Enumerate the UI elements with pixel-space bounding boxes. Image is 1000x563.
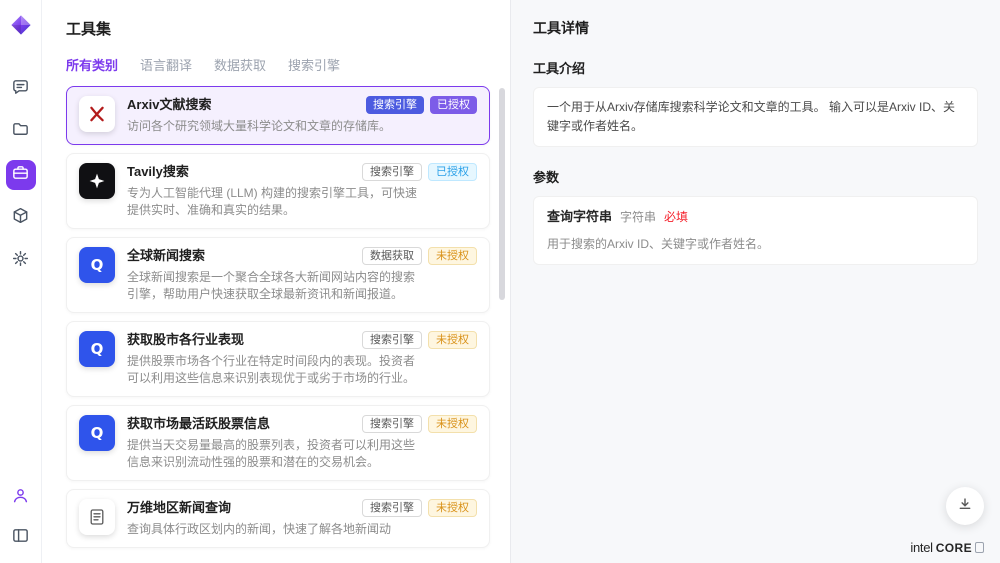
intel-wordmark: intel: [910, 540, 932, 555]
sidebar-item-tools[interactable]: [6, 160, 36, 190]
detail-title: 工具详情: [533, 18, 978, 38]
tool-cards-list: Arxiv文献搜索 访问各个研究领域大量科学论文和文章的存储库。 搜索引擎 已授…: [42, 84, 510, 563]
tool-card-badges: 搜索引擎 未授权: [362, 415, 477, 433]
sidebar-item-collapse[interactable]: [6, 523, 36, 553]
tool-card[interactable]: 万维地区新闻查询 查询具体行政区划内的新闻，快速了解各地新闻动 搜索引擎 未授权: [66, 489, 490, 548]
tool-detail-panel: 工具详情 工具介绍 一个用于从Arxiv存储库搜索科学论文和文章的工具。 输入可…: [510, 0, 1000, 563]
list-scrollbar[interactable]: [499, 86, 505, 557]
tool-card-badges: 搜索引擎 已授权: [362, 163, 477, 181]
intel-core-logo: intel CORE: [910, 540, 984, 555]
intro-section-title: 工具介绍: [533, 58, 978, 77]
arxiv-icon: [79, 96, 115, 132]
auth-status-badge: 已授权: [430, 96, 477, 114]
left-rail: [0, 0, 42, 563]
category-badge: 搜索引擎: [362, 415, 422, 433]
tool-card-badges: 搜索引擎 已授权: [366, 96, 477, 114]
tab-translation[interactable]: 语言翻译: [140, 55, 192, 74]
params-section-title: 参数: [533, 167, 978, 186]
auth-status-badge: 已授权: [428, 163, 477, 181]
tool-list-panel: 工具集 所有类别语言翻译数据获取搜索引擎 Arxiv文献搜索 访问各个研究领域大…: [42, 0, 510, 563]
qblue-icon: Q: [79, 415, 115, 451]
briefcase-icon: [11, 163, 30, 187]
param-required-flag: 必填: [664, 208, 688, 227]
tab-search-engine[interactable]: 搜索引擎: [288, 55, 340, 74]
scrollbar-thumb[interactable]: [499, 88, 505, 300]
tool-card-badges: 搜索引擎 未授权: [362, 331, 477, 349]
tool-card-description: 提供当天交易量最高的股票列表，投资者可以利用这些信息来识别流动性强的股票和潜在的…: [127, 437, 419, 471]
tool-intro-card: 一个用于从Arxiv存储库搜索科学论文和文章的工具。 输入可以是Arxiv ID…: [533, 87, 978, 147]
param-card: 查询字符串 字符串 必填 用于搜索的Arxiv ID、关键字或作者姓名。: [533, 196, 978, 265]
category-badge: 数据获取: [362, 247, 422, 265]
page-title: 工具集: [66, 18, 486, 39]
tool-card-description: 访问各个研究领域大量科学论文和文章的存储库。: [127, 118, 419, 135]
tool-card[interactable]: Q 获取市场最活跃股票信息 提供当天交易量最高的股票列表，投资者可以利用这些信息…: [66, 405, 490, 481]
param-header: 查询字符串 字符串 必填: [547, 207, 964, 228]
chat-icon: [11, 77, 30, 101]
tool-card[interactable]: Q 全球新闻搜索 全球新闻搜索是一个聚合全球各大新闻网站内容的搜索引擎，帮助用户…: [66, 237, 490, 313]
sidebar-item-settings[interactable]: [6, 246, 36, 276]
sidebar-item-profile[interactable]: [6, 483, 36, 513]
qblue-icon: Q: [79, 331, 115, 367]
app-root: 工具集 所有类别语言翻译数据获取搜索引擎 Arxiv文献搜索 访问各个研究领域大…: [0, 0, 1000, 563]
tab-data-fetch[interactable]: 数据获取: [214, 55, 266, 74]
sidebar-item-chat[interactable]: [6, 74, 36, 104]
qblue-icon: Q: [79, 247, 115, 283]
category-tabs: 所有类别 语言翻译 数据获取 搜索引擎: [66, 55, 486, 74]
core-badge-icon: [975, 542, 984, 553]
tavily-icon: [79, 163, 115, 199]
tool-card[interactable]: Arxiv文献搜索 访问各个研究领域大量科学论文和文章的存储库。 搜索引擎 已授…: [66, 86, 490, 145]
person-icon: [11, 486, 30, 510]
auth-status-badge: 未授权: [428, 331, 477, 349]
category-badge: 搜索引擎: [362, 331, 422, 349]
category-badge: 搜索引擎: [362, 499, 422, 517]
sidebar-nav: [6, 74, 36, 276]
category-badge: 搜索引擎: [362, 163, 422, 181]
category-badge: 搜索引擎: [366, 96, 424, 114]
tool-card-description: 全球新闻搜索是一个聚合全球各大新闻网站内容的搜索引擎，帮助用户快速获取全球最新资…: [127, 269, 419, 303]
param-description: 用于搜索的Arxiv ID、关键字或作者姓名。: [547, 235, 964, 254]
download-icon: [956, 495, 974, 518]
folder-icon: [11, 120, 30, 144]
app-logo: [10, 14, 32, 36]
tool-card-description: 查询具体行政区划内的新闻，快速了解各地新闻动: [127, 521, 419, 538]
tool-card-description: 专为人工智能代理 (LLM) 构建的搜索引擎工具，可快速提供实时、准确和真实的结…: [127, 185, 419, 219]
param-type: 字符串: [620, 208, 656, 227]
sidebar-item-folder[interactable]: [6, 117, 36, 147]
auth-status-badge: 未授权: [428, 415, 477, 433]
cube-icon: [11, 206, 30, 230]
auth-status-badge: 未授权: [428, 247, 477, 265]
news-icon: [79, 499, 115, 535]
panel-icon: [11, 526, 30, 550]
gear-icon: [11, 249, 30, 273]
core-wordmark: CORE: [936, 541, 972, 555]
sidebar-bottom: [6, 483, 36, 553]
sidebar-item-plugins[interactable]: [6, 203, 36, 233]
download-button[interactable]: [946, 487, 984, 525]
tool-card-badges: 搜索引擎 未授权: [362, 499, 477, 517]
tool-card-description: 提供股票市场各个行业在特定时间段内的表现。投资者可以利用这些信息来识别表现优于或…: [127, 353, 419, 387]
tab-all[interactable]: 所有类别: [66, 55, 118, 74]
tool-card-badges: 数据获取 未授权: [362, 247, 477, 265]
tool-card[interactable]: Tavily搜索 专为人工智能代理 (LLM) 构建的搜索引擎工具，可快速提供实…: [66, 153, 490, 229]
param-name: 查询字符串: [547, 207, 612, 228]
tool-card[interactable]: Q 获取股市各行业表现 提供股票市场各个行业在特定时间段内的表现。投资者可以利用…: [66, 321, 490, 397]
auth-status-badge: 未授权: [428, 499, 477, 517]
